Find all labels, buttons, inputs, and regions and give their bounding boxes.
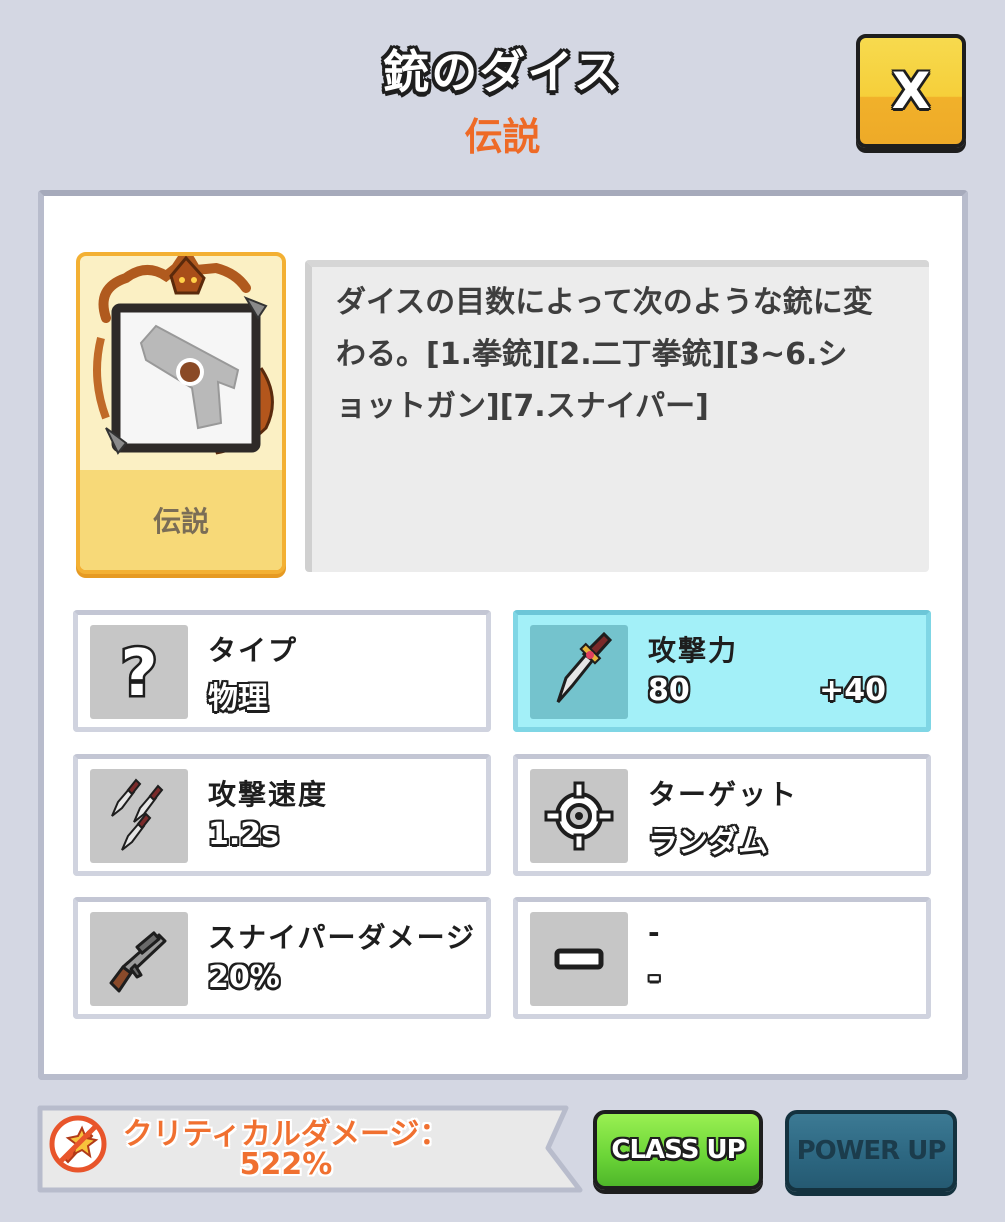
power-up-label: POWER UP	[796, 1136, 947, 1166]
stat-attack-speed: 攻撃速度 1.2s	[73, 754, 491, 876]
stat-sniper-damage: スナイパーダメージ 20%	[73, 897, 491, 1019]
stat-label: 攻撃力	[648, 634, 739, 667]
stat-empty: - -	[513, 897, 931, 1019]
stat-target: ターゲット ランダム	[513, 754, 931, 876]
stat-icon-box	[90, 912, 188, 1006]
class-up-button[interactable]: CLASS UP	[593, 1110, 763, 1190]
pistol-icon	[93, 256, 274, 455]
stat-icon-box	[90, 769, 188, 863]
description-text: ダイスの目数によって次のような銃に変わる。[1.拳銃][2.二丁拳銃][3~6.…	[336, 285, 873, 424]
close-icon: X	[891, 62, 931, 120]
stat-value: 80	[648, 673, 690, 708]
stat-value: -	[648, 960, 661, 995]
stat-label: タイプ	[208, 634, 299, 667]
rifle-icon	[109, 931, 167, 993]
stat-label: ターゲット	[648, 778, 799, 811]
critical-damage-text: クリティカルダメージ： 522%	[96, 1120, 476, 1180]
stat-label: 攻撃速度	[208, 778, 329, 811]
stat-value: ランダム	[648, 825, 768, 860]
card-rarity-strip: 伝説	[80, 470, 282, 570]
stat-icon-box	[530, 912, 628, 1006]
stat-value: 20%	[208, 960, 280, 995]
sword-icon	[556, 632, 613, 703]
crosshair-icon	[544, 781, 614, 851]
dice-title: 銃のダイス	[383, 45, 622, 99]
stat-value: 物理	[208, 681, 268, 716]
close-button[interactable]: X	[856, 34, 966, 148]
svg-text:?: ?	[120, 637, 157, 707]
power-up-button[interactable]: POWER UP	[785, 1110, 957, 1192]
critical-damage-label: クリティカルダメージ：	[122, 1117, 450, 1152]
stat-attack: 攻撃力 80 +40	[513, 610, 931, 732]
stat-icon-box: ?	[90, 625, 188, 719]
minus-icon	[554, 948, 604, 970]
stat-label: -	[648, 916, 662, 949]
stat-icon-box	[530, 769, 628, 863]
critical-damage-value: 522%	[239, 1147, 333, 1182]
question-icon: ?	[118, 637, 160, 707]
dice-card: 伝説	[76, 252, 286, 574]
card-rarity-label: 伝説	[152, 505, 209, 538]
stat-value: 1.2s	[208, 817, 280, 852]
stat-type: ? タイプ 物理	[73, 610, 491, 732]
stat-icon-box	[530, 625, 628, 719]
rarity-label: 伝説	[464, 115, 541, 159]
stat-label: スナイパーダメージ	[208, 921, 477, 954]
class-up-label: CLASS UP	[611, 1135, 745, 1165]
triple-sword-icon	[111, 778, 164, 851]
description-box: ダイスの目数によって次のような銃に変わる。[1.拳銃][2.二丁拳銃][3~6.…	[305, 260, 929, 572]
stat-bonus: +40	[819, 673, 886, 708]
